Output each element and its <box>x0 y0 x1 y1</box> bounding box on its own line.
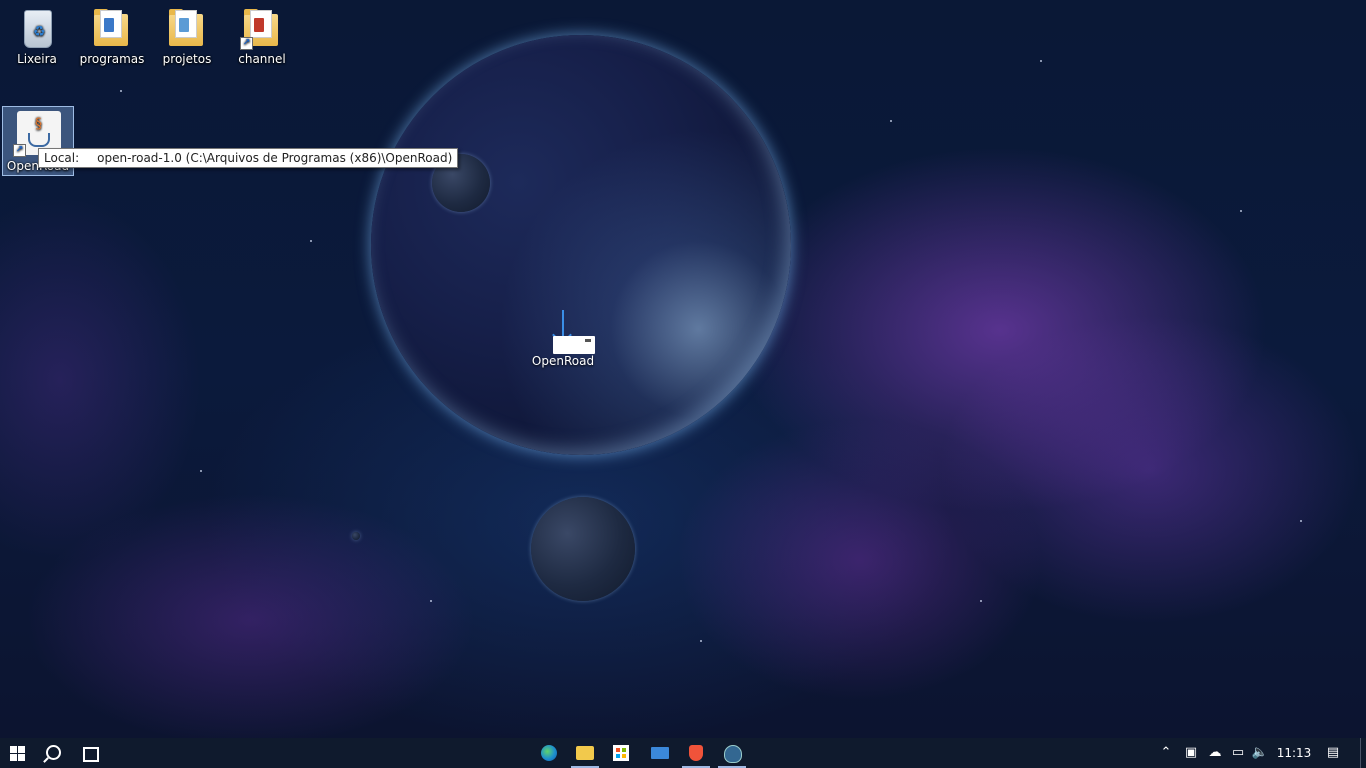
drag-ghost-label: OpenRoad <box>531 354 595 368</box>
meet-now-button[interactable]: ▣ <box>1181 738 1201 768</box>
folder-icon <box>90 6 134 50</box>
desktop-wallpaper <box>0 0 1366 738</box>
brave-icon <box>689 745 703 761</box>
star <box>700 640 702 642</box>
show-desktop-button[interactable] <box>1360 738 1366 768</box>
star <box>1240 210 1242 212</box>
speaker-icon: 🔈 <box>1251 745 1269 760</box>
network-icon: ▭ <box>1231 745 1245 760</box>
file-explorer-icon <box>576 746 594 760</box>
taskbar-edge[interactable] <box>531 738 567 768</box>
desktop-icon-lixeira[interactable]: ♻ Lixeira <box>0 6 74 66</box>
dragged-shortcut-openroad[interactable]: OpenRoad <box>528 310 598 368</box>
onedrive-button[interactable]: ☁ <box>1204 738 1226 768</box>
cloud-error-icon: ☁ <box>1208 745 1222 760</box>
star <box>430 600 432 602</box>
recycle-bin-icon: ♻ <box>15 6 59 50</box>
tooltip-value: open-road-1.0 (C:\Arquivos de Programas … <box>97 151 453 165</box>
volume-button[interactable]: 🔈 <box>1250 738 1270 768</box>
edge-icon <box>541 745 557 761</box>
location-tooltip: Local: open-road-1.0 (C:\Arquivos de Prog… <box>38 148 459 168</box>
taskbar: ⌃ ▣ ☁ ▭ 🔈 11:13 ▤ <box>0 738 1366 768</box>
task-view-button[interactable] <box>72 738 108 768</box>
desktop-icon-projetos[interactable]: projetos <box>150 6 224 66</box>
network-button[interactable]: ▭ <box>1228 738 1248 768</box>
star <box>1040 60 1042 62</box>
star <box>980 600 982 602</box>
mail-icon <box>651 747 669 759</box>
notification-icon: ▤ <box>1326 745 1340 760</box>
desktop-icon-channel[interactable]: ↗ channel <box>225 6 299 66</box>
webcam-icon: ▣ <box>1184 745 1198 760</box>
task-view-icon <box>83 747 99 762</box>
desktop-icon-label: channel <box>238 52 286 66</box>
clock[interactable]: 11:13 <box>1272 738 1316 768</box>
pgadmin-icon <box>724 745 742 763</box>
tooltip-key: Local: <box>44 151 80 165</box>
tiny-moon-image <box>352 532 360 540</box>
search-button[interactable] <box>36 738 72 768</box>
search-icon <box>46 745 61 760</box>
star <box>200 470 202 472</box>
taskbar-brave[interactable] <box>678 738 714 768</box>
desktop-icon-label: projetos <box>162 52 212 66</box>
desktop-icon-label: Lixeira <box>17 52 57 66</box>
start-button[interactable] <box>0 738 36 768</box>
show-hidden-icons-button[interactable]: ⌃ <box>1156 738 1176 768</box>
star <box>310 240 312 242</box>
chevron-up-icon: ⌃ <box>1160 745 1172 760</box>
microsoft-store-icon <box>613 745 629 761</box>
desktop-icon-programas[interactable]: programas <box>75 6 149 66</box>
taskbar-file-explorer[interactable] <box>567 738 603 768</box>
taskbar-mail[interactable] <box>642 738 678 768</box>
lower-moon-image <box>531 497 635 601</box>
action-center-button[interactable]: ▤ <box>1320 738 1346 768</box>
star <box>890 120 892 122</box>
windows-logo-icon <box>10 746 25 761</box>
shortcut-arrow-icon: ↗ <box>13 144 26 157</box>
star <box>1300 520 1302 522</box>
folder-icon <box>165 6 209 50</box>
folder-shortcut-icon: ↗ <box>240 6 284 50</box>
drop-target-arrow-icon <box>541 310 595 354</box>
shortcut-arrow-icon: ↗ <box>240 37 253 50</box>
planet-image <box>371 35 791 455</box>
taskbar-pgadmin[interactable] <box>714 738 750 768</box>
taskbar-microsoft-store[interactable] <box>603 738 639 768</box>
star <box>120 90 122 92</box>
desktop-icon-label: programas <box>79 52 145 66</box>
